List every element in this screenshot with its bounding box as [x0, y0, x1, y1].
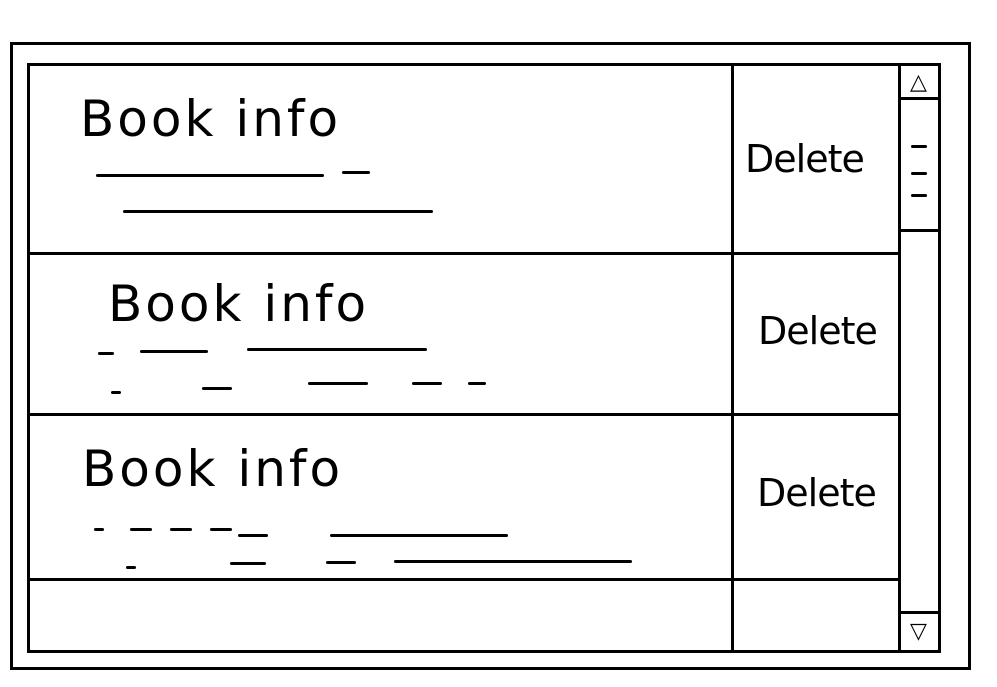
text-placeholder-line	[123, 210, 433, 213]
text-placeholder-line	[140, 350, 208, 353]
text-placeholder-line	[96, 174, 324, 177]
text-placeholder-line	[98, 352, 114, 355]
text-placeholder-line	[412, 382, 442, 385]
list-item: Book info	[30, 416, 730, 578]
list-item: Book info	[30, 66, 730, 252]
delete-button[interactable]: Delete	[758, 312, 878, 350]
text-placeholder-line	[342, 171, 370, 174]
text-placeholder-line	[210, 528, 232, 531]
text-placeholder-line	[126, 566, 136, 569]
grip-line	[911, 194, 927, 197]
text-placeholder-line	[394, 560, 632, 563]
grip-line	[911, 172, 927, 175]
scrollbar[interactable]: △ ▽	[898, 63, 941, 653]
text-placeholder-line	[238, 534, 268, 537]
text-placeholder-line	[170, 528, 192, 531]
scroll-down-button[interactable]: ▽	[901, 611, 938, 650]
triangle-up-icon: △	[910, 70, 927, 95]
text-placeholder-line	[130, 528, 152, 531]
text-placeholder-line	[94, 528, 104, 531]
delete-button[interactable]: Delete	[757, 474, 877, 512]
column-divider	[731, 63, 734, 653]
text-placeholder-line	[330, 534, 508, 537]
text-placeholder-line	[468, 382, 486, 385]
text-placeholder-line	[111, 391, 121, 394]
list-item: Book info	[30, 255, 730, 413]
text-placeholder-line	[308, 382, 368, 385]
delete-button[interactable]: Delete	[745, 140, 865, 178]
list-item-empty	[30, 581, 730, 650]
text-placeholder-line	[230, 562, 266, 565]
grip-line	[911, 145, 927, 148]
triangle-down-icon: ▽	[910, 619, 927, 644]
book-info-title: Book info	[80, 90, 342, 148]
text-placeholder-line	[202, 387, 232, 390]
scrollbar-thumb[interactable]	[901, 100, 938, 232]
book-info-title: Book info	[82, 440, 344, 498]
scroll-up-button[interactable]: △	[901, 66, 938, 100]
book-info-title: Book info	[108, 275, 370, 333]
text-placeholder-line	[247, 348, 427, 351]
text-placeholder-line	[326, 561, 356, 564]
